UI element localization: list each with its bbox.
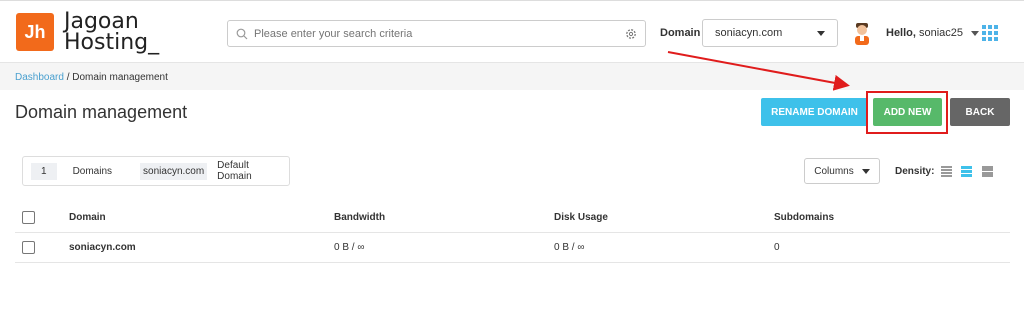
density-compact-icon[interactable] xyxy=(941,166,952,177)
domains-table: Domain Bandwidth Disk Usage Subdomains s… xyxy=(15,203,1010,263)
user-greeting: Hello, xyxy=(886,27,916,39)
header-disk-usage[interactable]: Disk Usage xyxy=(554,212,774,223)
table-row[interactable]: soniacyn.com 0 B / ∞ 0 B / ∞ 0 xyxy=(15,233,1010,263)
avatar[interactable] xyxy=(852,21,872,45)
domain-count: 1 xyxy=(31,162,57,180)
domain-selector-label: Domain xyxy=(660,27,701,39)
header-domain[interactable]: Domain xyxy=(69,212,334,223)
density-label: Density: xyxy=(895,166,935,177)
cell-disk-usage: 0 B / ∞ xyxy=(554,242,585,253)
user-name: soniac25 xyxy=(918,27,963,39)
header-bandwidth[interactable]: Bandwidth xyxy=(334,212,554,223)
domain-count-label: Domains xyxy=(72,165,113,177)
chevron-down-icon xyxy=(861,168,870,174)
cell-domain[interactable]: soniacyn.com xyxy=(69,242,334,253)
apps-grid-icon[interactable] xyxy=(982,25,998,41)
back-button[interactable]: BACK xyxy=(950,98,1010,126)
search-input[interactable] xyxy=(254,27,625,40)
search-icon xyxy=(236,28,248,39)
cell-bandwidth: 0 B / ∞ xyxy=(334,242,365,253)
columns-button[interactable]: Columns xyxy=(804,158,880,184)
header-subdomains[interactable]: Subdomains xyxy=(774,212,974,223)
table-header: Domain Bandwidth Disk Usage Subdomains xyxy=(15,203,1010,233)
breadcrumb-current: Domain management xyxy=(72,72,168,83)
annotation-highlight-box xyxy=(866,91,948,134)
logo-icon[interactable]: Jh xyxy=(16,13,54,51)
default-domain-value: soniacyn.com xyxy=(140,162,208,180)
breadcrumb-separator: / xyxy=(66,72,70,83)
density-comfortable-icon[interactable] xyxy=(982,166,993,177)
cell-subdomains: 0 xyxy=(774,242,780,253)
breadcrumb-dashboard[interactable]: Dashboard xyxy=(15,72,64,83)
search-box[interactable] xyxy=(227,20,646,47)
domain-select-value: soniacyn.com xyxy=(715,27,783,39)
rename-domain-button[interactable]: RENAME DOMAIN xyxy=(761,98,868,126)
domain-select[interactable]: soniacyn.com xyxy=(702,19,838,47)
top-bar: Jh Jagoan Hosting_ Domain soniacyn.com H… xyxy=(0,0,1024,62)
select-all-checkbox[interactable] xyxy=(22,211,35,224)
brand-line-2: Hosting_ xyxy=(64,30,160,55)
columns-label: Columns xyxy=(814,165,854,177)
chevron-down-icon xyxy=(817,30,825,36)
brand-line-1: Jagoan xyxy=(64,9,139,34)
row-checkbox[interactable] xyxy=(22,241,35,254)
brand-name[interactable]: Jagoan Hosting_ xyxy=(64,9,160,55)
domain-summary: 1 Domains soniacyn.com Default Domain xyxy=(22,156,290,186)
default-domain-label: Default Domain xyxy=(217,160,252,182)
chevron-down-icon xyxy=(971,30,979,36)
user-menu[interactable]: Hello, soniac25 xyxy=(886,27,979,39)
breadcrumb: Dashboard / Domain management xyxy=(0,62,1024,90)
page-title: Domain management xyxy=(15,102,188,122)
density-normal-icon[interactable] xyxy=(961,166,972,177)
gear-icon[interactable] xyxy=(625,28,637,40)
